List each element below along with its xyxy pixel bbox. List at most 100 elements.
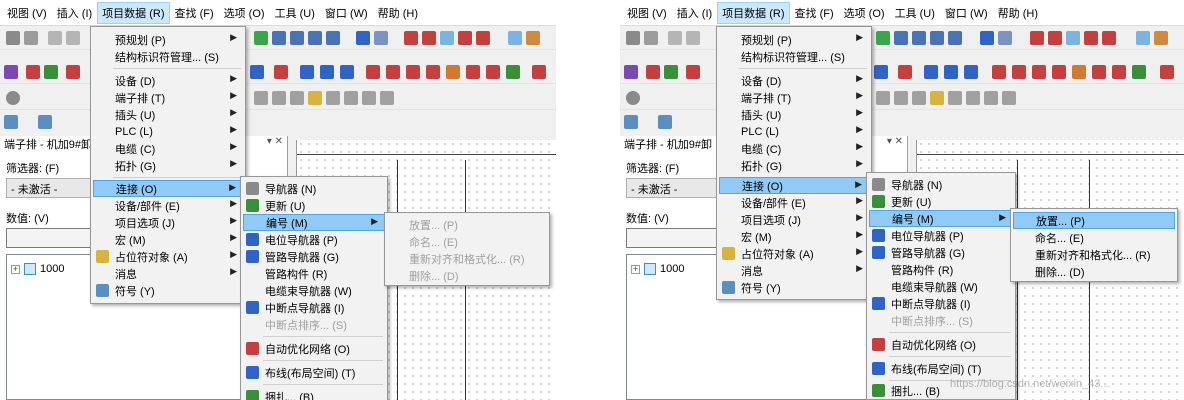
cable-icon[interactable] bbox=[4, 115, 18, 129]
menu-item-plugs[interactable]: 插头 (U) ▶ bbox=[93, 106, 243, 123]
grid-e-icon[interactable] bbox=[1102, 31, 1116, 45]
menu-item-macros[interactable]: 宏 (M) ▶ bbox=[719, 228, 869, 245]
arrow-right-icon[interactable] bbox=[998, 31, 1012, 45]
zoom-window-icon[interactable] bbox=[894, 31, 908, 45]
menu-item-connections[interactable]: 连接 (O) ▶ bbox=[93, 180, 243, 197]
menu-item-placeholder[interactable]: 占位符对象 (A) ▶ bbox=[719, 245, 869, 262]
grid-c-icon[interactable] bbox=[440, 31, 454, 45]
align-f-icon[interactable] bbox=[362, 91, 376, 105]
menu-item-optimize-network[interactable]: 自动优化网络 (O) bbox=[869, 336, 1013, 353]
menu-options[interactable]: 选项 (O) bbox=[219, 2, 270, 24]
menu-help[interactable]: 帮助 (H) bbox=[993, 2, 1043, 24]
symbol-f-icon[interactable] bbox=[992, 65, 1006, 79]
expander-icon[interactable]: + bbox=[11, 264, 20, 274]
format-painter-icon[interactable] bbox=[644, 31, 658, 45]
zoom-in-icon[interactable] bbox=[290, 31, 304, 45]
arrow-right-icon[interactable] bbox=[374, 31, 388, 45]
menu-item-numbering[interactable]: 编号 (M) ▶ bbox=[243, 214, 385, 231]
menu-item-cables[interactable]: 电缆 (C) ▶ bbox=[719, 140, 869, 157]
menu-item-preplanning[interactable]: 预规划 (P) ▶ bbox=[719, 31, 869, 48]
menu-item-potential-navigator[interactable]: 电位导航器 (P) bbox=[869, 227, 1013, 244]
flag-icon[interactable] bbox=[624, 65, 638, 79]
symbol-j-icon[interactable] bbox=[446, 65, 460, 79]
symbol-e-icon[interactable] bbox=[340, 65, 354, 79]
settings-icon[interactable] bbox=[626, 91, 640, 105]
symbol-g-icon[interactable] bbox=[1012, 65, 1026, 79]
align-b-icon[interactable] bbox=[272, 91, 286, 105]
align-f-icon[interactable] bbox=[984, 91, 998, 105]
device-icon[interactable] bbox=[646, 65, 660, 79]
menu-item-pipe-navigator[interactable]: 管路导航器 (G) bbox=[869, 244, 1013, 261]
menu-item-interruption-navigator[interactable]: 中断点导航器 (I) bbox=[869, 295, 1013, 312]
menu-options[interactable]: 选项 (O) bbox=[839, 2, 890, 24]
redo-icon[interactable] bbox=[686, 31, 700, 45]
symbol-b-icon[interactable] bbox=[274, 65, 288, 79]
device-icon[interactable] bbox=[26, 65, 40, 79]
brush-icon[interactable] bbox=[6, 31, 20, 45]
symbol-i-icon[interactable] bbox=[1052, 65, 1066, 79]
refresh-icon[interactable] bbox=[254, 31, 268, 45]
grid-b-icon[interactable] bbox=[1048, 31, 1062, 45]
zoom-out-icon[interactable] bbox=[308, 31, 322, 45]
connect-icon[interactable] bbox=[664, 65, 678, 79]
align-c-icon[interactable] bbox=[290, 91, 304, 105]
symbol-g-icon[interactable] bbox=[386, 65, 400, 79]
menu-window[interactable]: 窗口 (W) bbox=[940, 2, 993, 24]
menu-item-interruption-navigator[interactable]: 中断点导航器 (I) bbox=[243, 299, 385, 316]
menu-item-topology[interactable]: 拓扑 (G) ▶ bbox=[719, 157, 869, 174]
menu-item-structure-id[interactable]: 结构标识符管理... (S) bbox=[93, 48, 243, 65]
symbol-i-icon[interactable] bbox=[426, 65, 440, 79]
symbol-l-icon[interactable] bbox=[1112, 65, 1126, 79]
symbol-k-icon[interactable] bbox=[466, 65, 480, 79]
snap-point-icon[interactable] bbox=[526, 31, 540, 45]
grid-d-icon[interactable] bbox=[458, 31, 472, 45]
menu-item-devices-parts[interactable]: 设备/部件 (E) ▶ bbox=[719, 194, 869, 211]
symbol-c-icon[interactable] bbox=[300, 65, 314, 79]
symbol-f-icon[interactable] bbox=[366, 65, 380, 79]
panel-controls[interactable]: ▾ ✕ bbox=[267, 136, 283, 147]
settings-icon[interactable] bbox=[6, 91, 20, 105]
menu-item-cables[interactable]: 电缆 (C) ▶ bbox=[93, 140, 243, 157]
grid-c-icon[interactable] bbox=[1066, 31, 1080, 45]
undo-icon[interactable] bbox=[48, 31, 62, 45]
symbol-d-icon[interactable] bbox=[944, 65, 958, 79]
arrow-left-icon[interactable] bbox=[980, 31, 994, 45]
menu-insert[interactable]: 插入 (I) bbox=[52, 2, 97, 24]
align-g-icon[interactable] bbox=[380, 91, 394, 105]
menu-item-place[interactable]: 放置... (P) bbox=[1013, 212, 1175, 229]
menu-item-pipe-parts[interactable]: 管路构件 (R) bbox=[869, 261, 1013, 278]
menu-item-name[interactable]: 命名... (E) bbox=[1013, 229, 1175, 246]
menu-item-bundle[interactable]: 捆扎... (B) bbox=[243, 388, 385, 400]
menu-item-harness-navigator[interactable]: 电缆束导航器 (W) bbox=[869, 278, 1013, 295]
symbol-k-icon[interactable] bbox=[1092, 65, 1106, 79]
tree-item[interactable]: + 1000 bbox=[631, 263, 684, 275]
menu-project-data[interactable]: 项目数据 (R) bbox=[717, 1, 790, 24]
menu-item-harness-navigator[interactable]: 电缆束导航器 (W) bbox=[243, 282, 385, 299]
panel-controls[interactable]: ▾ ✕ bbox=[887, 136, 903, 147]
menu-find[interactable]: 查找 (F) bbox=[790, 2, 839, 24]
interrupt-icon[interactable] bbox=[686, 65, 700, 79]
symbol-b-icon[interactable] bbox=[898, 65, 912, 79]
align-a-icon[interactable] bbox=[254, 91, 268, 105]
symbol-h-icon[interactable] bbox=[1032, 65, 1046, 79]
menu-item-pipe-navigator[interactable]: 管路导航器 (G) bbox=[243, 248, 385, 265]
menu-item-plugs[interactable]: 插头 (U) ▶ bbox=[719, 106, 869, 123]
zoom-in-icon[interactable] bbox=[912, 31, 926, 45]
symbol-m-icon[interactable] bbox=[1132, 65, 1146, 79]
menu-insert[interactable]: 插入 (I) bbox=[672, 2, 717, 24]
align-g-icon[interactable] bbox=[1002, 91, 1016, 105]
align-e-icon[interactable] bbox=[344, 91, 358, 105]
tree-item[interactable]: + 1000 bbox=[11, 263, 64, 275]
menu-item-terminal-strips[interactable]: 端子排 (T) ▶ bbox=[719, 89, 869, 106]
undo-icon[interactable] bbox=[668, 31, 682, 45]
menu-item-update[interactable]: 更新 (U) bbox=[243, 197, 385, 214]
menu-item-devices-parts[interactable]: 设备/部件 (E) ▶ bbox=[93, 197, 243, 214]
menu-item-devices[interactable]: 设备 (D) ▶ bbox=[93, 72, 243, 89]
star-icon[interactable] bbox=[930, 91, 944, 105]
menu-item-project-options[interactable]: 项目选项 (J) ▶ bbox=[719, 211, 869, 228]
symbol-d-icon[interactable] bbox=[320, 65, 334, 79]
menu-tools[interactable]: 工具 (U) bbox=[890, 2, 940, 24]
symbol-h-icon[interactable] bbox=[406, 65, 420, 79]
symbol-e-icon[interactable] bbox=[964, 65, 978, 79]
menu-item-potential-navigator[interactable]: 电位导航器 (P) bbox=[243, 231, 385, 248]
